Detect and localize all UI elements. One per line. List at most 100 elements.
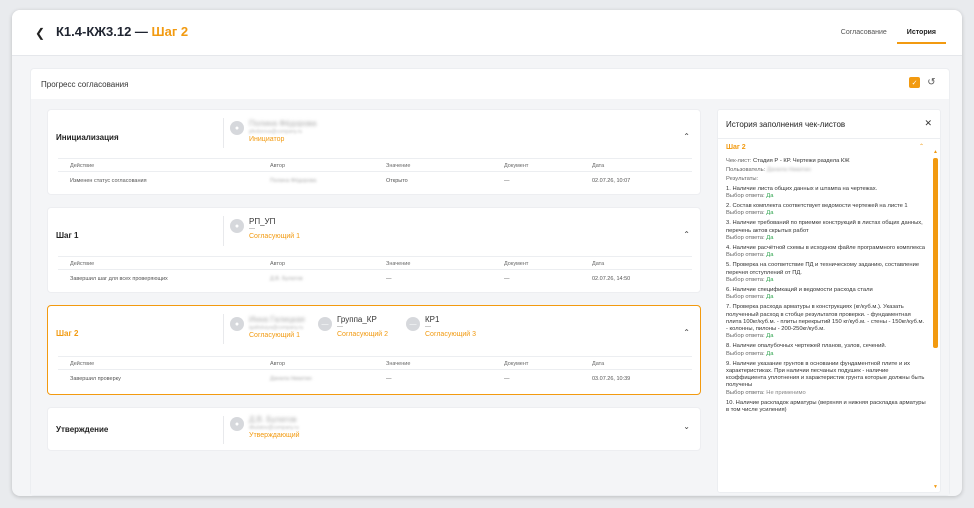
divider: [223, 416, 224, 444]
avatar: —: [406, 317, 420, 331]
checklist-answer: Выбор ответа: Не применимо: [726, 389, 806, 396]
participant-name: КР1: [425, 315, 440, 324]
answer-value: Да: [766, 234, 774, 241]
scroll-down-icon[interactable]: ▼: [933, 485, 938, 490]
participant-dash: —: [425, 324, 431, 330]
col-document: Документ: [504, 261, 529, 267]
results-list: 1. Наличие листа общих данных и штампа н…: [726, 186, 926, 415]
scroll-up-icon[interactable]: ▲: [933, 150, 938, 155]
participant-email: dbulatov@company.ru: [249, 425, 299, 431]
stage-step-2: Шаг 2 ● Инна Галицкая igalitskaya@compan…: [47, 305, 701, 395]
cell-date: 02.07.26, 14:50: [592, 276, 631, 282]
participant-role: Инициатор: [249, 136, 285, 143]
scrollbar[interactable]: ▲ ▼: [933, 150, 938, 490]
avatar: ●: [230, 219, 244, 233]
actions-table: Действие Автор Значение Документ Дата За…: [58, 256, 692, 284]
stage-name: Шаг 1: [56, 231, 79, 240]
close-icon[interactable]: ✕: [924, 118, 932, 129]
chevron-up-icon[interactable]: ⌃: [683, 328, 690, 337]
participant-role: Утверждающий: [249, 432, 300, 439]
stage-name: Инициализация: [56, 133, 119, 142]
cell-author: Полина Фёдорова: [270, 178, 317, 184]
col-action: Действие: [70, 163, 95, 169]
cell-author: Данила Никитин: [270, 376, 312, 382]
title-step: Шаг 2: [151, 24, 189, 39]
checklist-question: 10. Наличие раскладок арматуры (верхняя …: [726, 399, 926, 414]
participant: ● РП_УП — Согласующий 1: [230, 217, 300, 240]
table-row: Завершил проверку Данила Никитин — — 03.…: [58, 370, 692, 384]
answer-value: Да: [766, 276, 774, 283]
tab-approval[interactable]: Согласование: [831, 26, 897, 44]
back-button[interactable]: ❮: [32, 25, 48, 41]
avatar: ●: [230, 121, 244, 135]
checklist-answer: Выбор ответа: Да: [726, 192, 774, 199]
tab-history[interactable]: История: [896, 26, 946, 44]
col-document: Документ: [504, 163, 529, 169]
cell-value: Открыто: [386, 178, 408, 184]
divider: [223, 118, 224, 148]
history-icon[interactable]: ↺: [926, 77, 937, 88]
participant-role: Согласующий 3: [425, 331, 476, 338]
divider: [223, 216, 224, 246]
progress-title: Прогресс согласования: [41, 80, 129, 89]
col-date: Дата: [592, 361, 605, 367]
divider: [223, 314, 224, 344]
table-header: Действие Автор Значение Документ Дата: [58, 356, 692, 370]
checklist-answer: Выбор ответа: Да: [726, 276, 774, 283]
table-header: Действие Автор Значение Документ Дата: [58, 158, 692, 172]
avatar: ●: [230, 317, 244, 331]
checklist-history-panel: История заполнения чек-листов ✕ Шаг 2 ⌃ …: [717, 109, 941, 493]
step-label: Шаг 2: [726, 144, 746, 151]
checklist-question: 7. Проверка расхода арматуры в конструкц…: [726, 304, 925, 333]
participant-role: Согласующий 1: [249, 233, 300, 240]
scroll-thumb[interactable]: [933, 158, 938, 348]
col-author: Автор: [270, 163, 286, 169]
participant: ● Полина Фёдорова pfedorova@company.ru И…: [230, 119, 316, 143]
avatar: ●: [230, 417, 244, 431]
cell-author: Д.В. Булатов: [270, 276, 303, 282]
stage-initialization: Инициализация ● Полина Фёдорова pfedorov…: [47, 109, 701, 195]
checklist-question: 4. Наличие расчётной схемы в исходном фа…: [726, 245, 925, 252]
participant: — Группа_КР — Согласующий 2: [318, 315, 388, 338]
checklist-answer: Выбор ответа: Да: [726, 333, 774, 340]
cell-action: Изменен статус согласования: [70, 178, 147, 184]
chevron-up-icon[interactable]: ⌃: [919, 144, 924, 151]
cell-document: —: [504, 376, 510, 382]
app-window: ❮ К1.4-КЖ3.12 — Шаг 2 Согласование Истор…: [12, 10, 962, 496]
table-header: Действие Автор Значение Документ Дата: [58, 256, 692, 270]
chevron-up-icon[interactable]: ⌃: [683, 230, 690, 239]
checklist-answer: Выбор ответа: Да: [726, 294, 774, 301]
checklist-question: 8. Наличие опалубочных чертежей планов, …: [726, 343, 887, 350]
cell-action: Завершил проверку: [70, 376, 121, 382]
cell-value: —: [386, 376, 392, 382]
stage-name: Шаг 2: [56, 329, 79, 338]
title-document: К1.4-КЖ3.12 —: [56, 24, 152, 39]
stage-approval: Утверждение ● Д.В. Булатов dbulatov@comp…: [47, 407, 701, 451]
cell-date: 03.07.26, 10:39: [592, 376, 631, 382]
actions-table: Действие Автор Значение Документ Дата За…: [58, 356, 692, 384]
participant-role: Согласующий 1: [249, 332, 300, 339]
answer-value: Да: [766, 210, 774, 217]
cell-document: —: [504, 276, 510, 282]
table-row: Завершил шаг для всех проверяющих Д.В. Б…: [58, 270, 692, 284]
checklist-icon[interactable]: ✓: [909, 77, 920, 88]
step-header[interactable]: Шаг 2 ⌃: [726, 144, 926, 158]
stage-name: Утверждение: [56, 425, 109, 434]
checklist-answer: Выбор ответа: Да: [726, 252, 774, 259]
col-date: Дата: [592, 163, 605, 169]
col-action: Действие: [70, 261, 95, 267]
panel-title: История заполнения чек-листов: [726, 120, 846, 129]
cell-value: —: [386, 276, 392, 282]
cell-document: —: [504, 178, 510, 184]
cell-date: 02.07.26, 10:07: [592, 178, 631, 184]
checklist-question: 3. Наличие требований по приемке констру…: [726, 220, 923, 234]
history-content: Шаг 2 ⌃ Чек-лист: Стадия Р - КР. Чертежи…: [726, 144, 926, 414]
chevron-up-icon[interactable]: ⌃: [683, 132, 690, 141]
checklist-answer: Выбор ответа: Да: [726, 210, 774, 217]
table-row: Изменен статус согласования Полина Фёдор…: [58, 172, 692, 186]
results-label: Результаты:: [726, 176, 759, 183]
checklist-question: 5. Проверка на соответствие ПД и техниче…: [726, 262, 920, 276]
chevron-down-icon[interactable]: ⌄: [683, 422, 690, 431]
participant-dash: —: [337, 324, 343, 330]
tabs: Согласование История: [831, 26, 946, 44]
